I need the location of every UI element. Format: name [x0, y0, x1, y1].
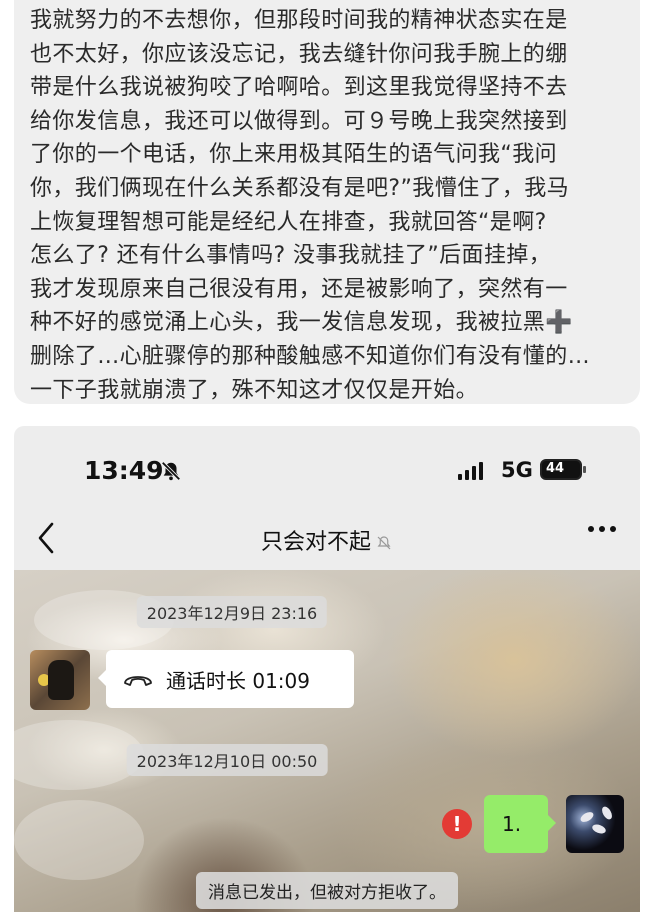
- call-record-bubble[interactable]: 通话时长 01:09: [98, 650, 354, 708]
- status-bar: 13:49 5G 44: [14, 426, 640, 510]
- message-rejected-notice: 消息已发出，但被对方拒收了。: [196, 872, 458, 909]
- more-options-icon[interactable]: [588, 526, 616, 532]
- chat-timestamp: 2023年12月9日 23:16: [136, 596, 328, 628]
- sent-message-text: 1.: [502, 812, 522, 836]
- chat-screenshot: 13:49 5G 44 只会对不起 2023年12月9日 23:16 通话时长 …: [14, 426, 640, 912]
- mute-bell-icon: [377, 536, 391, 550]
- chat-navbar: 只会对不起: [14, 510, 640, 570]
- network-type: 5G: [501, 458, 533, 482]
- user-avatar[interactable]: [566, 795, 624, 853]
- status-time: 13:49: [84, 456, 164, 485]
- bell-off-icon: [161, 461, 181, 481]
- chat-title-wrap: 只会对不起: [14, 524, 640, 556]
- narrative-text-bubble: 我就努力的不去想你，但那段时间我的精神状态实在是 也不太好，你应该没忘记，我去缝…: [14, 0, 640, 404]
- chat-title: 只会对不起: [260, 530, 371, 555]
- phone-handset-icon: [124, 676, 152, 686]
- sent-message-bubble[interactable]: 1.: [484, 795, 556, 853]
- call-duration-label: 通话时长 01:09: [166, 668, 310, 693]
- battery-level: 44: [546, 461, 565, 476]
- chat-background-photo: [14, 570, 640, 912]
- contact-avatar[interactable]: [30, 650, 90, 710]
- chat-timestamp: 2023年12月10日 00:50: [126, 744, 328, 776]
- narrative-text: 我就努力的不去想你，但那段时间我的精神状态实在是 也不太好，你应该没忘记，我去缝…: [30, 8, 591, 403]
- cellular-signal-icon: [458, 462, 483, 480]
- battery-icon: 44: [540, 459, 586, 480]
- send-failed-icon[interactable]: !: [442, 809, 472, 839]
